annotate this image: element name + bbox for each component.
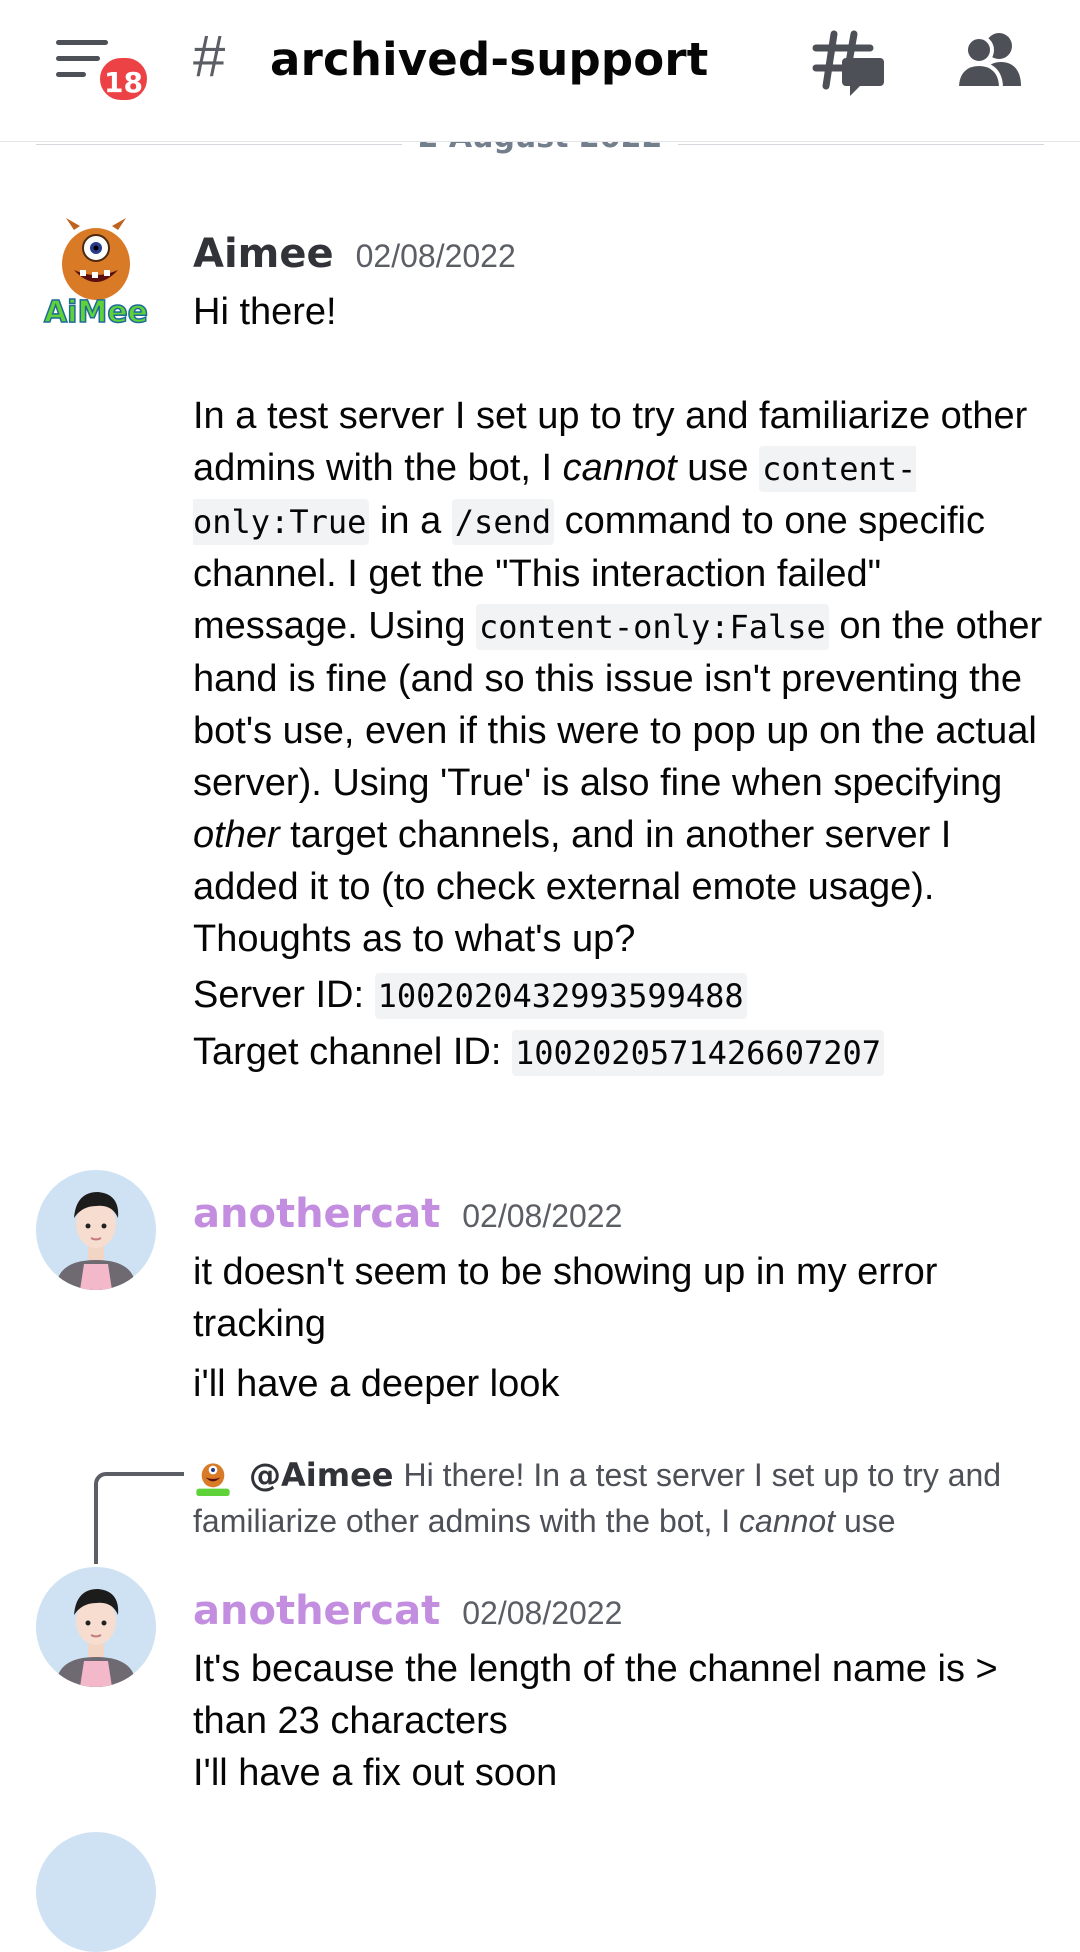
reply-author[interactable]: @Aimee — [249, 1456, 393, 1494]
channel-id-line: Target channel ID: 1002020571426607207 — [193, 1026, 1043, 1079]
italic-text: cannot — [562, 447, 677, 489]
message-line: Hi there! — [193, 291, 337, 333]
date-divider-line-right — [678, 144, 1044, 145]
text-run: target channels, and in another server I… — [193, 814, 952, 908]
user-avatar-icon — [36, 1567, 156, 1687]
channel-name: archived-support — [270, 33, 709, 86]
members-icon — [954, 33, 1021, 90]
message-body: Hi there! In a test server I set up to t… — [193, 286, 1043, 1079]
reply-connector — [94, 1472, 184, 1564]
inline-code: 1002020571426607207 — [511, 1030, 885, 1076]
message-author[interactable]: anothercat — [193, 1588, 440, 1634]
message-author[interactable]: Aimee — [193, 231, 334, 277]
message-line: I'll have a fix out soon — [193, 1752, 558, 1794]
inline-code: 1002020432993599488 — [374, 973, 747, 1019]
text-run: Server ID: — [193, 974, 375, 1016]
svg-text:AiMee: AiMee — [44, 295, 148, 330]
next-message-avatar — [36, 1832, 156, 1952]
message-timestamp: 02/08/2022 — [355, 238, 516, 274]
message-author[interactable]: anothercat — [193, 1191, 440, 1237]
reply-italic-text: cannot — [739, 1503, 836, 1539]
reply-avatar-icon — [196, 1462, 230, 1496]
inline-code: content-only:False — [476, 604, 829, 650]
avatar[interactable] — [36, 1567, 156, 1687]
reply-text: use — [835, 1503, 896, 1539]
message-line: Thoughts as to what's up? — [193, 918, 636, 960]
italic-text: other — [193, 814, 280, 856]
message-line: i'll have a deeper look — [193, 1363, 560, 1405]
text-run: use — [676, 447, 760, 489]
reply-preview[interactable]: @Aimee Hi there! In a test server I set u… — [193, 1452, 1043, 1544]
server-id-line: Server ID: 1002020432993599488 — [193, 969, 1043, 1022]
members-button[interactable] — [954, 30, 1025, 90]
threads-button[interactable] — [812, 28, 886, 98]
text-run: in a — [369, 500, 452, 542]
message-paragraph: In a test server I set up to try and fam… — [193, 390, 1043, 913]
avatar[interactable] — [36, 1170, 156, 1290]
text-run: Target channel ID: — [193, 1031, 512, 1073]
channel-header: 18 # archived-support — [0, 0, 1080, 142]
aimee-monster-avatar: AiMee — [43, 218, 149, 331]
message-body: It's because the length of the channel n… — [193, 1643, 1043, 1799]
inline-code: /send — [451, 499, 555, 545]
message-body: it doesn't seem to be showing up in my e… — [193, 1246, 1043, 1410]
user-avatar-icon — [36, 1170, 156, 1290]
avatar[interactable]: AiMee — [36, 212, 156, 332]
threads-icon — [812, 30, 884, 96]
channel-hash-icon: # — [193, 24, 226, 89]
menu-button[interactable]: 18 — [54, 36, 151, 106]
message-line: It's because the length of the channel n… — [193, 1648, 998, 1742]
unread-badge: 18 — [96, 54, 151, 104]
message-timestamp: 02/08/2022 — [462, 1198, 623, 1234]
message-timestamp: 02/08/2022 — [462, 1595, 623, 1631]
message-line: it doesn't seem to be showing up in my e… — [193, 1251, 938, 1345]
